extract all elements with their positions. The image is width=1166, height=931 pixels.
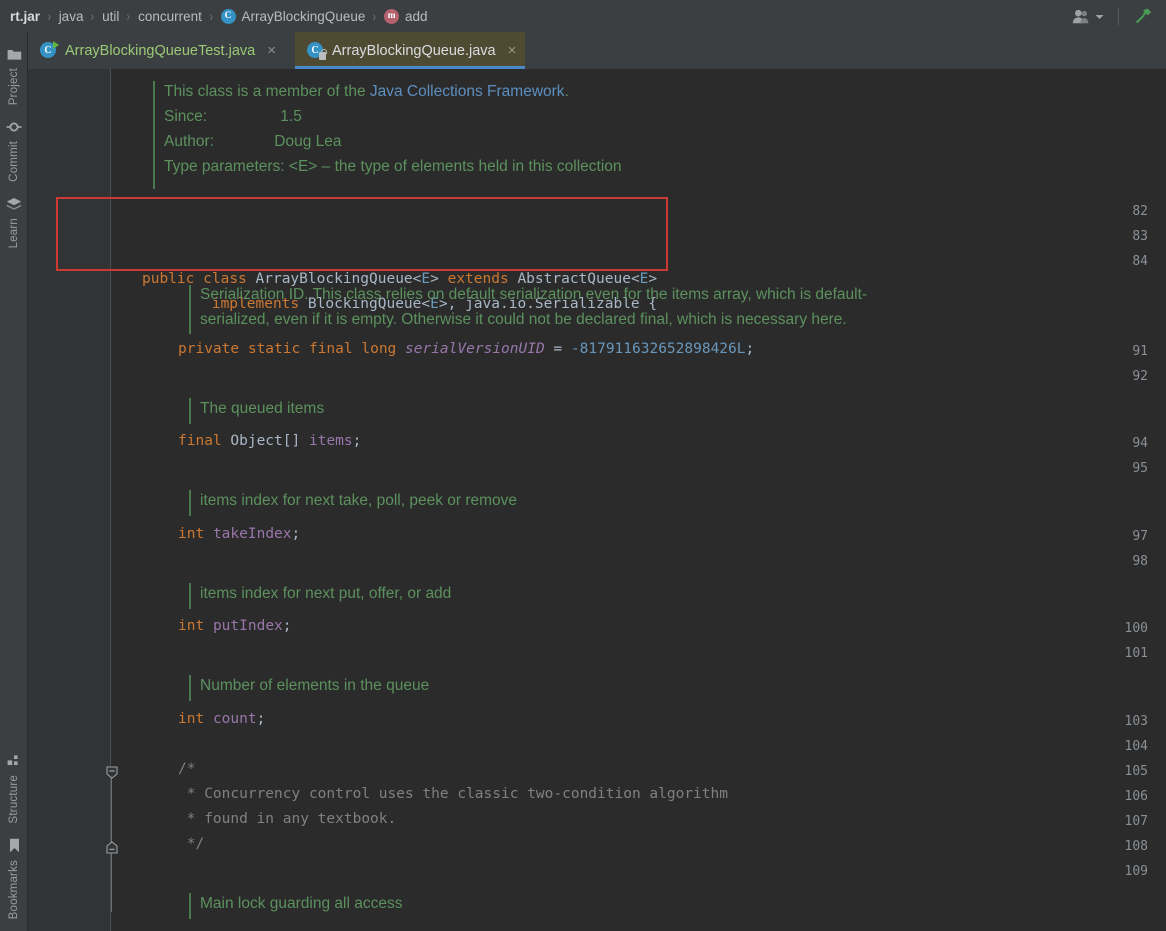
breadcrumb-label: add: [405, 8, 428, 24]
method-icon: m: [384, 8, 400, 24]
javadoc-line: Author: Doug Lea: [164, 133, 342, 150]
javadoc-line: Number of elements in the queue: [200, 677, 430, 694]
code-line-comment-close: */: [178, 836, 205, 852]
breadcrumb-item-add[interactable]: m add: [384, 8, 428, 24]
sidebar-item-label: Project: [8, 68, 20, 106]
close-icon[interactable]: ×: [508, 43, 517, 58]
breadcrumb-label: concurrent: [138, 8, 202, 24]
sidebar-item-label: Learn: [8, 218, 20, 249]
javadoc-line: This class is a member of the Java Colle…: [164, 79, 569, 104]
close-icon[interactable]: ×: [267, 43, 276, 58]
editor-tab-label: ArrayBlockingQueueTest.java: [65, 42, 256, 59]
javadoc-line: Since: 1.5: [164, 108, 302, 125]
breadcrumb-separator: ›: [373, 8, 377, 24]
breadcrumb-separator: ›: [209, 8, 213, 24]
code-line-serialversionuid: private static final long serialVersionU…: [178, 341, 755, 357]
sidebar-item-label: Commit: [8, 141, 20, 183]
toolbar-divider: [1118, 7, 1119, 25]
javadoc-marker-bar: [189, 675, 191, 701]
code-line-comment-body-1: * Concurrency control uses the classic t…: [178, 786, 728, 802]
sidebar-item-learn[interactable]: Learn: [0, 188, 28, 254]
toolbar-actions: [1067, 0, 1158, 32]
user-group-button[interactable]: [1067, 3, 1109, 29]
sidebar-item-structure[interactable]: Structure: [0, 745, 28, 829]
commit-icon: [6, 119, 22, 135]
code-editor[interactable]: 82 83 84 91 92 94 95 97 98 100 101 103 1…: [28, 69, 1166, 931]
editor-tab-arrayblockingqueue[interactable]: C ArrayBlockingQueue.java ×: [295, 32, 526, 69]
sidebar-item-label: Bookmarks: [8, 859, 20, 919]
editor-tab-arrayblockingqueuetest[interactable]: C ArrayBlockingQueueTest.java ×: [28, 32, 285, 69]
ide-window: rt.jar › java › util › concurrent › C Ar…: [0, 0, 1166, 931]
lock-badge: [319, 49, 327, 60]
javadoc-marker-bar: [189, 490, 191, 516]
javadoc-marker-bar: [189, 893, 191, 919]
javadoc-line: items index for next take, poll, peek or…: [200, 492, 518, 509]
editor-tab-bar: C ArrayBlockingQueueTest.java × C ArrayB…: [28, 32, 1166, 69]
build-button[interactable]: [1128, 3, 1158, 29]
breadcrumb-item-rtjar[interactable]: rt.jar: [10, 9, 40, 24]
breadcrumb-item-util[interactable]: util: [102, 9, 119, 24]
folder-icon: [6, 46, 22, 62]
class-icon: C: [220, 8, 236, 24]
java-class-readonly-icon: C: [307, 42, 327, 60]
javadoc-marker-bar: [153, 81, 155, 189]
breadcrumb-item-java[interactable]: java: [59, 9, 84, 24]
sidebar-item-bookmarks[interactable]: Bookmarks: [0, 830, 28, 925]
editor-gutter[interactable]: [28, 69, 110, 931]
code-line-takeindex: int takeIndex;: [178, 526, 301, 542]
javadoc-line: Main lock guarding all access: [200, 895, 403, 912]
tool-stripe-top-group: Project Commit Learn: [0, 38, 28, 254]
javadoc-line: Serialization ID. This class relies on d…: [200, 286, 868, 303]
javadoc-line: The queued items: [200, 400, 325, 417]
sidebar-item-label: Structure: [8, 775, 20, 824]
javadoc-text: .: [564, 83, 569, 100]
breadcrumb-label: ArrayBlockingQueue: [241, 8, 366, 24]
breadcrumb-label: java: [58, 8, 84, 24]
breadcrumb-bar: rt.jar › java › util › concurrent › C Ar…: [0, 0, 1166, 32]
breadcrumb-item-arrayblockingqueue[interactable]: C ArrayBlockingQueue: [220, 8, 366, 24]
sidebar-item-project[interactable]: Project: [0, 38, 28, 111]
book-stack-icon: [6, 196, 22, 212]
tool-window-stripe-left: Project Commit Learn Structure Bookmarks: [0, 32, 28, 931]
code-line-putindex: int putIndex;: [178, 618, 292, 634]
breadcrumb-label: rt.jar: [10, 8, 41, 24]
breadcrumb-separator: ›: [47, 8, 52, 24]
code-line-count: int count;: [178, 711, 266, 727]
run-arrow-badge: [53, 41, 59, 49]
code-line-comment-open: /*: [178, 761, 196, 777]
sidebar-item-commit[interactable]: Commit: [0, 111, 28, 188]
javadoc-link[interactable]: Java Collections Framework: [370, 83, 565, 100]
breadcrumb-separator: ›: [91, 8, 95, 24]
chevron-down-icon: [1095, 7, 1104, 25]
javadoc-line: Type parameters: <E> – the type of eleme…: [164, 158, 622, 175]
bookmark-icon: [6, 838, 22, 854]
javadoc-line: items index for next put, offer, or add: [200, 585, 452, 602]
hammer-icon: [1135, 8, 1151, 24]
editor-tab-label: ArrayBlockingQueue.java: [332, 42, 496, 59]
tool-stripe-bottom-group: Structure Bookmarks: [0, 745, 28, 925]
breadcrumb-separator: ›: [127, 8, 131, 24]
code-line-items: final Object[] items;: [178, 433, 362, 449]
user-group-icon: [1072, 9, 1089, 23]
java-class-run-icon: C: [40, 41, 59, 59]
javadoc-marker-bar: [189, 583, 191, 609]
javadoc-marker-bar: [189, 285, 191, 334]
code-content[interactable]: This class is a member of the Java Colle…: [111, 69, 1166, 931]
javadoc-text: This class is a member of the: [164, 83, 370, 100]
javadoc-line: serialized, even if it is empty. Otherwi…: [200, 311, 847, 328]
breadcrumb-label: util: [102, 8, 120, 24]
breadcrumb-item-concurrent[interactable]: concurrent: [138, 9, 202, 24]
javadoc-marker-bar: [189, 398, 191, 424]
structure-icon: [6, 753, 22, 769]
code-line-comment-body-2: * found in any textbook.: [178, 811, 397, 827]
